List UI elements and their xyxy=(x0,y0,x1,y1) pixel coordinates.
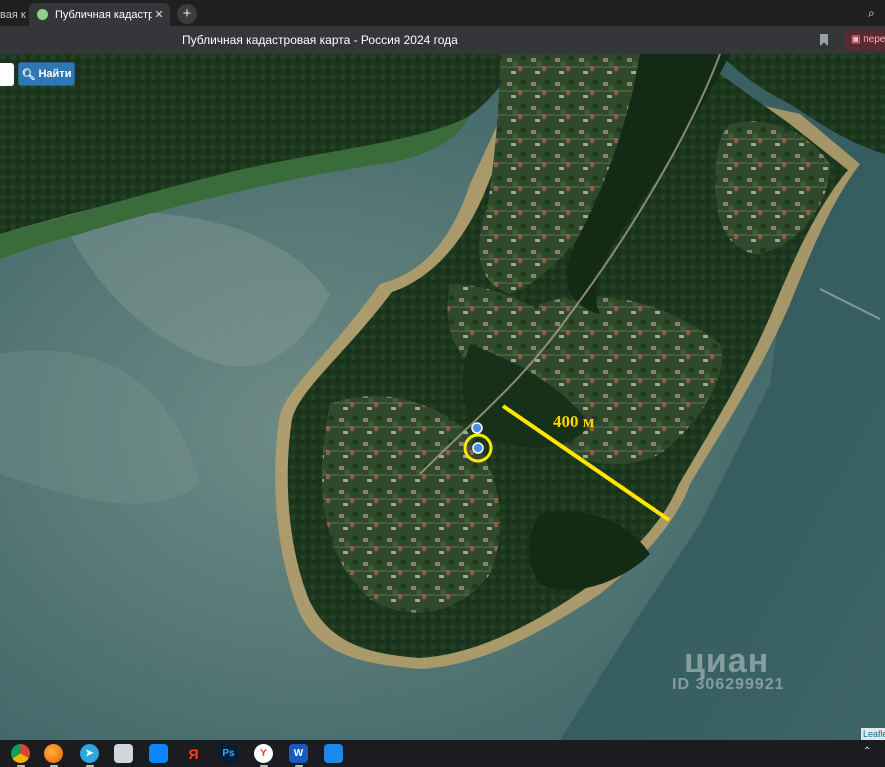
page-title: Публичная кадастровая карта - Россия 202… xyxy=(182,33,458,47)
tab-label: вая к xyxy=(0,8,26,21)
chevron-up-icon[interactable]: ⌃ xyxy=(863,746,871,757)
cian-listing-id: ID 306299921 xyxy=(672,676,785,693)
search-button[interactable]: 🔍︎ Найти xyxy=(18,62,75,86)
bookmark-icon[interactable] xyxy=(819,34,829,46)
firefox-icon[interactable] xyxy=(44,744,63,763)
new-tab-button[interactable]: + xyxy=(177,4,197,24)
leaflet-attribution-link[interactable]: Leaflet xyxy=(861,728,885,740)
yandex-browser-icon[interactable]: Y xyxy=(254,744,273,763)
telegram-icon[interactable]: ➤ xyxy=(80,744,99,763)
parcel-marker-icon[interactable] xyxy=(472,442,484,454)
yandex-icon[interactable]: Я xyxy=(184,744,203,763)
location-marker-icon[interactable] xyxy=(471,422,483,434)
paint-icon[interactable] xyxy=(114,744,133,763)
windows-store-icon[interactable] xyxy=(149,744,168,763)
tab-label: Публичная кадастрова xyxy=(55,8,152,21)
tab-previous[interactable]: вая к xyxy=(0,3,26,26)
chrome-icon[interactable] xyxy=(11,744,30,763)
photoshop-icon[interactable]: Ps xyxy=(219,744,238,763)
map-imagery xyxy=(0,54,885,740)
close-icon[interactable]: ✕ xyxy=(152,8,166,21)
tab-cadastral-map[interactable]: Публичная кадастрова ✕ xyxy=(29,3,170,26)
tab-search-icon[interactable]: ⌕ xyxy=(868,4,885,22)
browser-window: вая к Публичная кадастрова ✕ + ⌕ Публичн… xyxy=(0,0,885,767)
search-input[interactable] xyxy=(0,63,14,86)
taskbar: ➤ Я Ps Y W ⌃ xyxy=(0,740,885,767)
satellite-map[interactable] xyxy=(0,54,885,740)
search-icon: 🔍︎ xyxy=(21,68,36,81)
word-icon[interactable]: W xyxy=(289,744,308,763)
extension-label: пере xyxy=(863,34,885,45)
extension-icon: ▣ xyxy=(851,34,864,45)
distance-label: 400 м xyxy=(553,412,595,431)
tab-strip: вая к Публичная кадастрова ✕ + ⌕ xyxy=(0,0,885,26)
site-favicon-icon xyxy=(37,9,48,20)
app-icon[interactable] xyxy=(324,744,343,763)
extension-button[interactable]: ▣ пере xyxy=(845,30,885,50)
title-bar: Публичная кадастровая карта - Россия 202… xyxy=(0,26,885,54)
search-button-label: Найти xyxy=(38,68,72,80)
